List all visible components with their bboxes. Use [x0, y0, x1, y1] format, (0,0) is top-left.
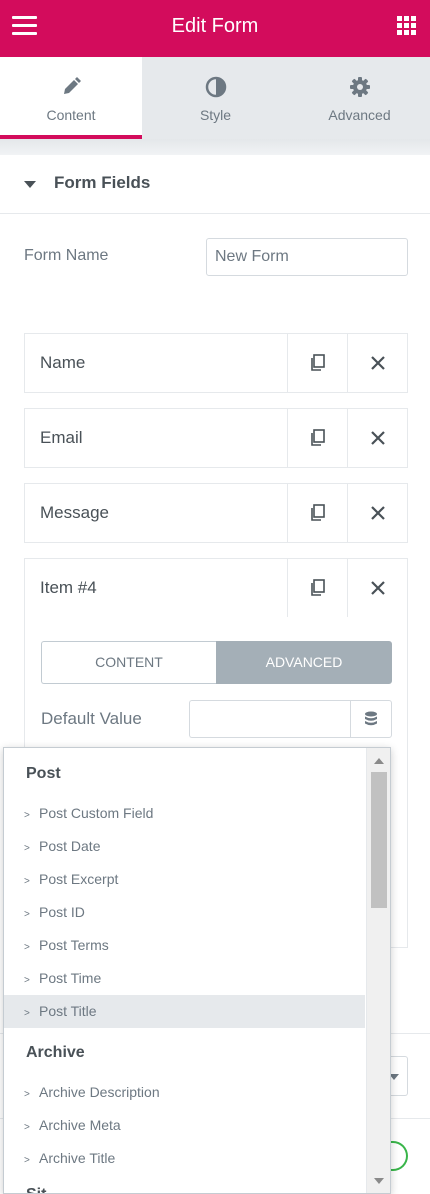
duplicate-button[interactable]: [287, 334, 348, 392]
scroll-down-icon[interactable]: [374, 1178, 384, 1184]
panel-tabs: Content Style Advanced: [0, 57, 430, 139]
chevron-right-icon: >: [24, 843, 30, 854]
copy-icon: [311, 354, 325, 371]
close-icon: [371, 506, 385, 520]
tab-style[interactable]: Style: [142, 57, 289, 139]
tab-advanced[interactable]: Advanced: [289, 57, 430, 139]
field-row-title[interactable]: Name: [25, 334, 287, 392]
scroll-up-icon[interactable]: [374, 758, 384, 764]
duplicate-button[interactable]: [287, 484, 348, 542]
dynamic-tags-button[interactable]: [350, 700, 392, 738]
remove-button[interactable]: [347, 334, 408, 392]
field-row-title[interactable]: Item #4: [25, 559, 287, 617]
form-name-label: Form Name: [24, 247, 109, 264]
tabs-divider: [0, 139, 430, 155]
field-row-title[interactable]: Message: [25, 484, 287, 542]
dynamic-tag-option[interactable]: > Archive Description: [4, 1076, 365, 1109]
dynamic-tag-option[interactable]: > Archive Title: [4, 1142, 365, 1175]
dynamic-tag-option[interactable]: > Post Terms: [4, 929, 365, 962]
remove-button[interactable]: [347, 484, 408, 542]
advanced-tab-button[interactable]: ADVANCED: [216, 641, 392, 684]
section-form-fields[interactable]: Form Fields: [0, 155, 430, 214]
field-row-title[interactable]: Email: [25, 409, 287, 467]
panel-title: Edit Form: [171, 15, 259, 37]
dynamic-tag-option[interactable]: > Post Time: [4, 962, 365, 995]
half-circle-icon: [205, 76, 226, 98]
chevron-right-icon: >: [24, 942, 30, 953]
group-title-partial: Sit: [26, 1186, 46, 1193]
dynamic-tag-option[interactable]: > Post ID: [4, 896, 365, 929]
tab-content[interactable]: Content: [0, 57, 142, 139]
group-title-archive: Archive: [26, 1044, 85, 1061]
duplicate-button[interactable]: [287, 409, 348, 467]
chevron-right-icon: >: [24, 1008, 30, 1019]
dropdown-scrollbar[interactable]: [366, 748, 390, 1193]
tab-style-label: Style: [199, 107, 232, 123]
copy-icon: [311, 429, 325, 446]
dynamic-tag-option-highlighted[interactable]: > Post Title: [4, 995, 365, 1028]
grid-icon[interactable]: [397, 16, 417, 36]
dynamic-tag-option[interactable]: > Archive Meta: [4, 1109, 365, 1142]
editor-header: Edit Form: [0, 0, 430, 57]
chevron-right-icon: >: [24, 810, 30, 821]
scrollbar-thumb[interactable]: [371, 772, 387, 908]
chevron-right-icon: >: [24, 876, 30, 887]
chevron-right-icon: >: [24, 1089, 30, 1100]
database-icon: [365, 711, 377, 726]
copy-icon: [311, 504, 325, 521]
dynamic-tag-option[interactable]: > Post Excerpt: [4, 863, 365, 896]
group-title-post: Post: [26, 765, 61, 782]
close-icon: [371, 581, 385, 595]
chevron-right-icon: >: [24, 1122, 30, 1133]
dynamic-tag-option[interactable]: > Post Date: [4, 830, 365, 863]
copy-icon: [311, 579, 325, 596]
chevron-right-icon: >: [24, 909, 30, 920]
pencil-icon: [64, 77, 81, 94]
chevron-right-icon: >: [24, 1155, 30, 1166]
tab-content-label: Content: [46, 107, 96, 123]
field-row-name: Name: [24, 333, 408, 393]
content-tab-button[interactable]: CONTENT: [41, 641, 216, 684]
dynamic-tags-dropdown: Post > Post Custom Field > Post Date > Post…: [3, 747, 391, 1194]
form-name-input[interactable]: [206, 238, 408, 276]
default-value-label: Default Value: [41, 709, 142, 728]
close-icon: [371, 356, 385, 370]
field-row-item4: Item #4: [24, 558, 408, 618]
caret-down-icon: [24, 181, 36, 188]
section-title: Form Fields: [54, 173, 151, 192]
dynamic-tags-list: Post > Post Custom Field > Post Date > Post…: [4, 748, 365, 1193]
remove-button[interactable]: [347, 559, 408, 617]
gear-icon: [349, 77, 370, 97]
tab-advanced-label: Advanced: [328, 107, 391, 123]
field-settings-switcher: CONTENT ADVANCED: [41, 641, 392, 684]
field-row-message: Message: [24, 483, 408, 543]
default-value-input[interactable]: [189, 700, 351, 738]
duplicate-button[interactable]: [287, 559, 348, 617]
remove-button[interactable]: [347, 409, 408, 467]
dynamic-tag-option[interactable]: > Post Custom Field: [4, 797, 365, 830]
close-icon: [371, 431, 385, 445]
chevron-right-icon: >: [24, 975, 30, 986]
field-row-email: Email: [24, 408, 408, 468]
